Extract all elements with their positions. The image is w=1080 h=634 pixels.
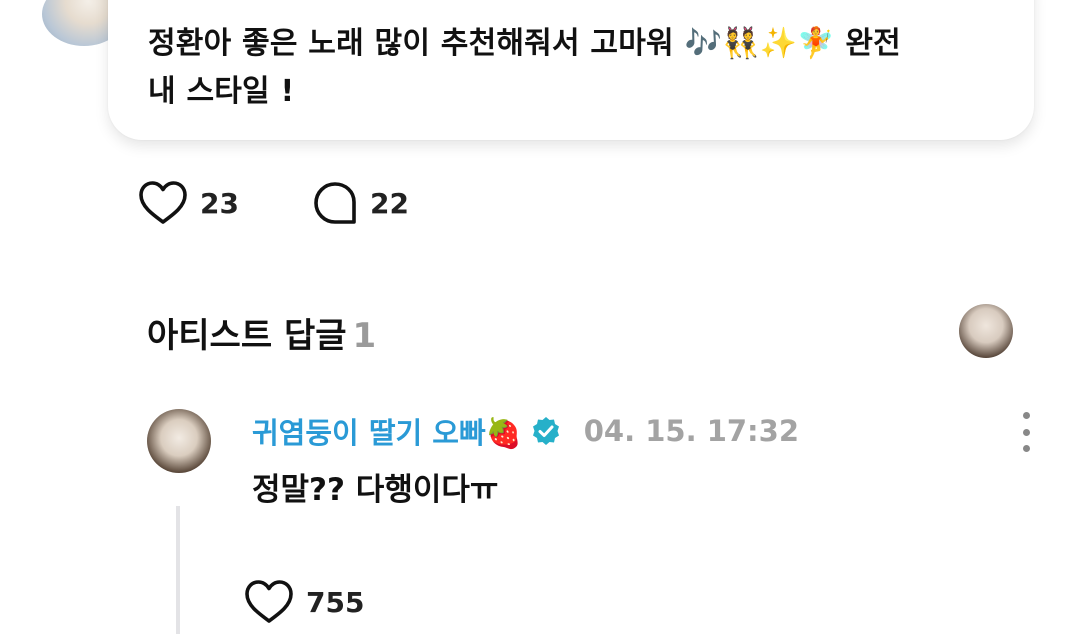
reply-meta: 귀염둥이 딸기 오빠🍓 04. 15. 17:32 xyxy=(252,410,799,452)
reply-author-avatar[interactable] xyxy=(147,409,211,473)
artist-avatar-small[interactable] xyxy=(959,304,1013,358)
reply-like-button[interactable]: 755 xyxy=(244,579,364,625)
fan-post-screen: 정환아 좋은 노래 많이 추천해줘서 고마워 🎶👯✨🧚 완전 내 스타일 ! 2… xyxy=(0,0,1080,634)
post-body: 정환아 좋은 노래 많이 추천해줘서 고마워 🎶👯✨🧚 완전 내 스타일 ! xyxy=(148,20,988,116)
post-like-button[interactable]: 23 xyxy=(138,180,239,226)
post-text-line-2: 내 스타일 ! xyxy=(148,74,295,109)
artist-replies-count: 1 xyxy=(352,316,377,356)
post-comment-button[interactable]: 22 xyxy=(312,180,409,226)
post-text-line-1: 정환아 좋은 노래 많이 추천해줘서 고마워 🎶👯✨🧚 완전 xyxy=(148,26,901,61)
post-comment-count: 22 xyxy=(370,186,409,220)
artist-replies-title: 아티스트 답글 xyxy=(147,316,347,356)
more-vertical-icon[interactable] xyxy=(1014,412,1038,452)
heart-outline-icon xyxy=(244,579,294,625)
more-dot xyxy=(1022,445,1030,452)
artist-replies-heading: 아티스트 답글 1 xyxy=(147,308,376,357)
reply-timestamp: 04. 15. 17:32 xyxy=(583,414,799,448)
reply-author-name[interactable]: 귀염둥이 딸기 오빠🍓 xyxy=(252,410,522,452)
more-dot xyxy=(1022,428,1030,436)
more-dot xyxy=(1022,412,1030,419)
post-like-count: 23 xyxy=(200,186,239,220)
reply-body: 정말?? 다행이다ㅠ xyxy=(252,472,499,508)
speech-bubble-icon xyxy=(312,180,358,226)
heart-outline-icon xyxy=(138,180,188,226)
reply-like-count: 755 xyxy=(306,585,365,619)
verified-badge-icon xyxy=(530,415,562,447)
thread-connector-line xyxy=(176,506,180,634)
